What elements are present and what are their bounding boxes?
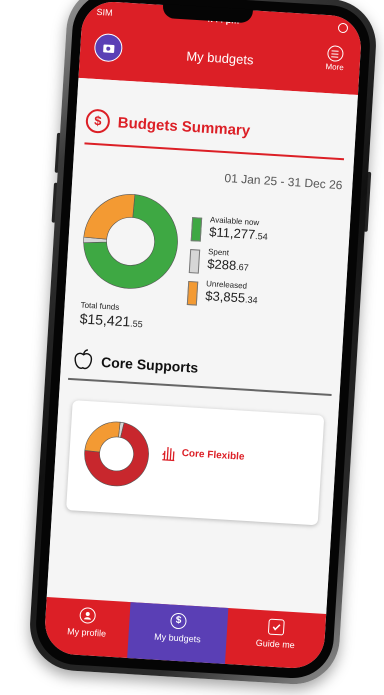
stage: SIM 4:44 pm My budgets More	[0, 0, 384, 695]
guide-icon	[267, 618, 285, 636]
dollar-icon: $	[170, 612, 187, 630]
legend-value: $11,277.54	[208, 224, 268, 242]
menu-icon	[326, 45, 344, 63]
hand-icon	[162, 447, 175, 462]
more-label: More	[325, 61, 344, 73]
app-screen: SIM 4:44 pm My budgets More	[43, 0, 363, 670]
legend-swatch-spent	[188, 249, 201, 274]
legend-value: $288.67	[206, 256, 249, 273]
person-icon	[79, 607, 97, 624]
tab-my-budgets[interactable]: $ My budgets	[127, 602, 229, 664]
dollar-circle-icon: $	[85, 108, 111, 134]
budget-card-core-flexible[interactable]: Core Flexible	[66, 400, 325, 526]
legend-item-spent: Spent $288.67	[188, 245, 249, 277]
core-flexible-donut-chart	[84, 421, 149, 487]
core-supports-title: Core Supports	[100, 353, 199, 376]
summary-donut-chart	[83, 194, 178, 289]
tab-my-profile[interactable]: My profile	[43, 597, 130, 658]
core-flexible-donut-segment-unreleased	[84, 421, 121, 453]
budgets-summary-header: $ Budgets Summary	[85, 108, 346, 154]
legend-item-available: Available now $11,277.54	[190, 213, 268, 245]
budgets-summary-title: Budgets Summary	[117, 114, 251, 140]
tab-label: Guide me	[255, 637, 296, 651]
legend-item-unreleased: Unreleased $3,855.34	[186, 277, 258, 309]
legend-swatch-unreleased	[186, 280, 199, 306]
page-title: My budgets	[185, 48, 254, 68]
summary-donut-segment-unreleased	[83, 194, 136, 240]
main-content[interactable]: $ Budgets Summary 01 Jan 25 - 31 Dec 26 …	[46, 77, 358, 615]
legend-swatch-available	[190, 217, 203, 242]
legend-value: $3,855.34	[204, 288, 258, 306]
more-button[interactable]: More	[319, 45, 351, 73]
phone-mockup: SIM 4:44 pm My budgets More	[27, 0, 379, 687]
tab-label: My profile	[66, 626, 107, 639]
core-flexible-title: Core Flexible	[181, 447, 245, 463]
tab-guide-me[interactable]: Guide me	[225, 608, 326, 670]
summary-legend: Available now $11,277.54 Spent $288.67 U…	[186, 213, 268, 309]
total-funds-value: $15,421.55	[79, 310, 143, 330]
date-range: 01 Jan 25 - 31 Dec 26	[224, 171, 343, 193]
tab-label: My budgets	[153, 631, 201, 645]
apple-icon	[74, 349, 93, 370]
